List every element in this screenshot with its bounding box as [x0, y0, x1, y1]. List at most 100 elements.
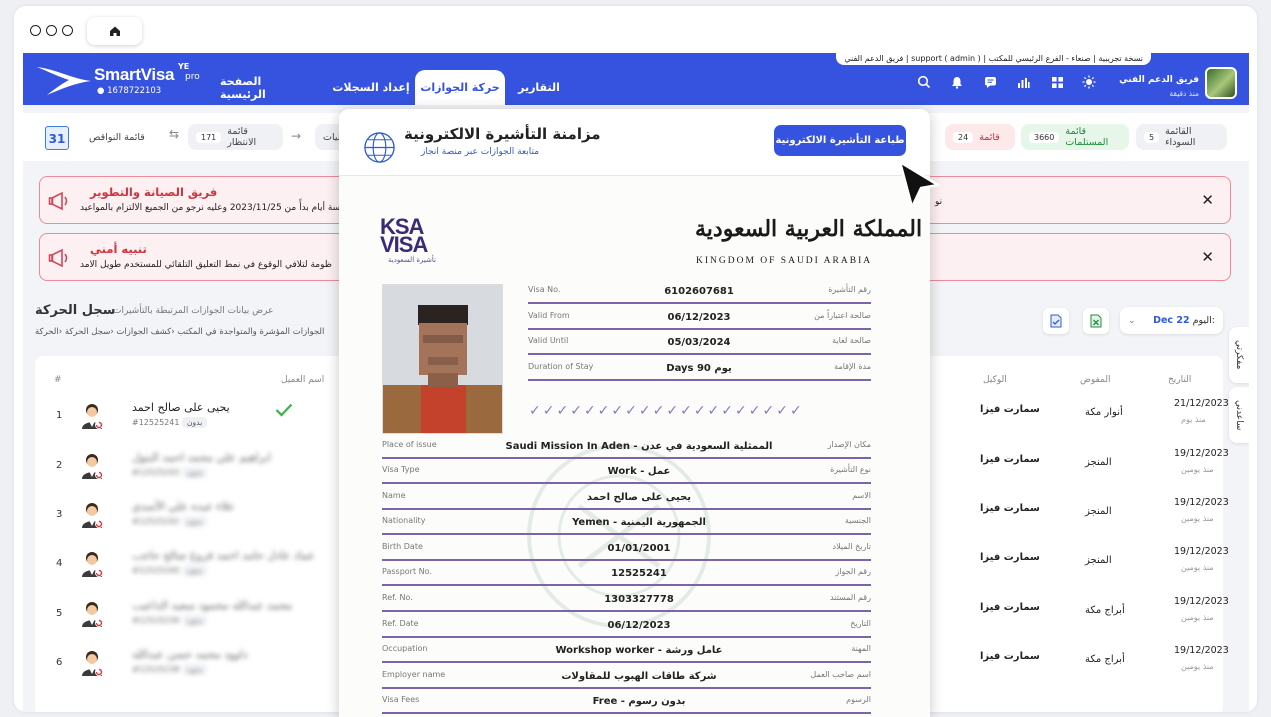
chip-count: 5 — [1144, 131, 1160, 143]
visa-field-value: 6102607681 — [664, 286, 734, 297]
row-date: 19/12/2023 — [1174, 596, 1229, 607]
visa-field-label-ar: نوع التأشيرة — [830, 465, 871, 474]
agent-name: سمارت فيزا — [980, 552, 1040, 563]
check-mark: ✓ — [748, 403, 761, 419]
person-icon — [82, 404, 103, 429]
avatar[interactable] — [1205, 67, 1237, 99]
modal-subtitle: متابعة الجوازات عبر منصة انجاز — [421, 147, 540, 157]
client-name[interactable]: يحيى على صالح احمد — [132, 401, 230, 414]
person-icon — [82, 651, 103, 676]
visa-field-label-ar: مكان الإصدار — [827, 440, 871, 449]
visa-field-label-en: Birth Date — [382, 542, 423, 551]
date-filter[interactable]: ⌄ Dec 22 اليوم: — [1120, 307, 1223, 334]
phone-number: 1678722103 — [107, 86, 162, 96]
visa-field-value: 06/12/2023 — [607, 620, 671, 631]
sun-icon[interactable] — [1081, 74, 1097, 90]
client-name[interactable]: علاء عبده علي الأسدي — [132, 500, 235, 513]
calendar-icon[interactable]: 31 — [45, 126, 69, 150]
visa-field-value: 05/03/2024 — [667, 337, 731, 348]
col-header-client: اسم العميل — [281, 375, 325, 385]
row-number: 5 — [56, 608, 63, 619]
chip-label: قائمة النواقص — [89, 131, 145, 143]
client-name[interactable]: ابراهيم علي محمد احمد البتول — [132, 451, 271, 464]
megaphone-icon — [48, 189, 74, 213]
chip-shortages-list[interactable]: قائمة النواقص — [81, 124, 161, 150]
visa-field-rule — [382, 482, 871, 484]
grid-icon[interactable] — [1049, 74, 1065, 90]
tab-home[interactable]: الصفحة الرئيسية — [220, 70, 310, 105]
visa-field-rule — [382, 661, 871, 663]
chip-waiting-list[interactable]: 171 قائمة الانتظار — [188, 124, 283, 150]
check-mark: ✓ — [721, 403, 734, 419]
visa-field-label-en: Ref. Date — [382, 619, 419, 628]
visa-field-label-ar: التاريخ — [850, 619, 871, 628]
visa-field-value: 01/01/2001 — [607, 543, 671, 554]
tab-passport-movement[interactable]: حركة الجوازات — [415, 70, 505, 105]
visa-field-rule — [382, 533, 871, 535]
check-mark: ✓ — [680, 403, 692, 419]
close-icon[interactable]: ✕ — [1201, 248, 1214, 266]
status-badge: بدون — [182, 467, 208, 478]
search-icon[interactable] — [916, 74, 932, 90]
client-name[interactable]: محمد عبدالله محمود سعيد الداعيب — [132, 599, 292, 612]
visa-field-label-en: Valid Until — [528, 336, 569, 345]
visa-field-label-ar: اسم صاحب العمل — [810, 670, 871, 679]
date-value: Dec 22 — [1153, 315, 1190, 326]
alert-text: ظومة لتلافي الوقوع في نمط التعليق التلقا… — [80, 260, 332, 270]
client-name[interactable]: عماد عادل حامد احمد فروغ صالح حاجب — [132, 549, 315, 562]
visa-field-value: Free - بدون رسوم — [592, 696, 686, 707]
home-button[interactable] — [87, 17, 142, 45]
status-badge: بدون — [182, 565, 208, 576]
visa-field-rule — [528, 328, 871, 330]
print-visa-button[interactable]: طباعة التأشيرة الالكترونية — [774, 125, 906, 156]
agent-name: سمارت فيزا — [980, 503, 1040, 514]
visa-field-value: Work - عمل — [607, 466, 671, 477]
col-header-authorized: المفوض — [1080, 375, 1111, 385]
side-tab-notes[interactable]: مفكرتي — [1229, 327, 1249, 383]
side-tab-help[interactable]: ساعدني — [1229, 387, 1249, 443]
logo-wing-icon — [37, 67, 91, 95]
check-mark: ✓ — [666, 403, 679, 419]
bell-icon[interactable] — [949, 74, 965, 90]
row-relative-time: منذ يومين — [1181, 613, 1214, 622]
client-name[interactable]: داوود محمد حسن عبدالله — [132, 648, 248, 661]
window-dot[interactable] — [30, 25, 41, 36]
visa-field-label-ar: رقم المستند — [829, 593, 871, 602]
page-subtitle: عرض بيانات الجوازات المرتبطة بالتأشيرات — [113, 306, 274, 316]
visa-field-rule — [382, 508, 871, 510]
window-dot[interactable] — [62, 25, 73, 36]
checkmark-icon — [275, 403, 293, 417]
chip-received-list[interactable]: 3660 قائمة المستلمات — [1021, 124, 1129, 150]
person-icon — [82, 602, 103, 627]
check-mark: ✓ — [625, 403, 637, 419]
chip-label: القائمة السوداء — [1165, 126, 1196, 148]
chip-blacklist[interactable]: 5 القائمة السوداء — [1136, 124, 1227, 150]
export-pdf-button[interactable] — [1043, 308, 1069, 334]
row-number: 3 — [56, 509, 63, 520]
tab-records-setup[interactable]: إعداد السجلات — [331, 70, 411, 105]
tab-reports[interactable]: التقارير — [512, 70, 566, 105]
chart-icon[interactable] — [1015, 74, 1031, 90]
visa-field-label-en: Visa Type — [382, 465, 420, 474]
col-header-date: التاريخ — [1168, 375, 1192, 385]
visa-field-rule — [382, 636, 871, 638]
file-check-icon — [1050, 314, 1062, 328]
visa-field-rule — [382, 610, 871, 612]
chevron-down-icon: ⌄ — [1128, 315, 1136, 326]
agent-name: سمارت فيزا — [980, 602, 1040, 613]
check-mark: ✓ — [556, 403, 569, 419]
agent-name: سمارت فيزا — [980, 404, 1040, 415]
user-name[interactable]: فريق الدعم الفني — [1119, 75, 1199, 85]
export-excel-button[interactable] — [1083, 308, 1109, 334]
top-navbar: SmartVisa YE pro ● 1678722103 التقارير ح… — [23, 53, 1249, 105]
row-date: 19/12/2023 — [1174, 546, 1229, 557]
smartvisa-logo[interactable]: SmartVisa YE pro ● 1678722103 — [35, 61, 200, 97]
row-relative-time: منذ يومين — [1181, 465, 1214, 474]
row-relative-time: منذ يوم — [1181, 415, 1206, 424]
window-dot[interactable] — [46, 25, 57, 36]
check-mark: ✓ — [762, 403, 775, 419]
close-icon[interactable]: ✕ — [1201, 191, 1214, 209]
date-label: اليوم: — [1192, 315, 1215, 326]
chip-list[interactable]: 24 قائمة — [945, 124, 1015, 150]
chat-icon[interactable] — [982, 74, 998, 90]
